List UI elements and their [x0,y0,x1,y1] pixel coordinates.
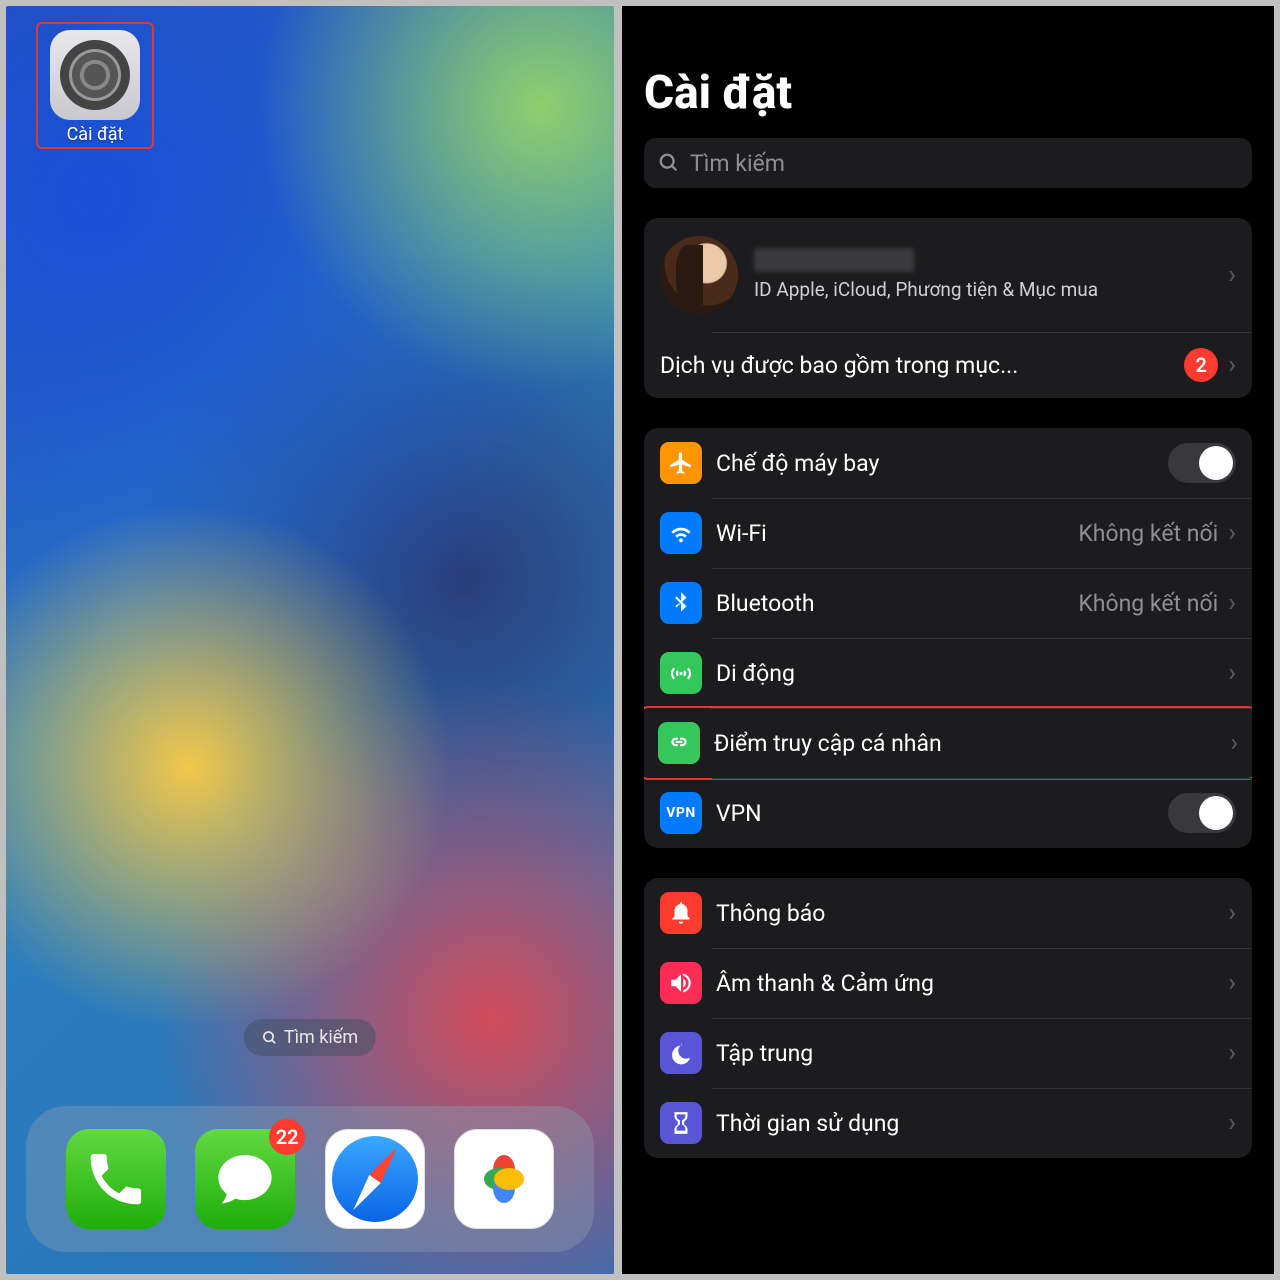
gear-icon [60,40,130,110]
messages-app-icon[interactable]: 22 [195,1129,295,1229]
messages-badge: 22 [269,1119,305,1155]
wifi-value: Không kết nối [1078,520,1218,547]
page-title: Cài đặt [644,6,1252,138]
chevron-right-icon: › [1228,518,1236,548]
chevron-right-icon: › [1228,1108,1236,1138]
airplane-mode-label: Chế độ máy bay [716,450,1168,477]
wifi-row[interactable]: Wi-Fi Không kết nối › [644,498,1252,568]
safari-app-icon[interactable] [325,1129,425,1229]
apple-id-row[interactable]: ID Apple, iCloud, Phương tiện & Mục mua … [644,218,1252,332]
cellular-row[interactable]: Di động › [644,638,1252,708]
search-input[interactable]: Tìm kiếm [644,138,1252,188]
bluetooth-label: Bluetooth [716,590,1078,617]
cellular-icon [660,652,702,694]
vpn-icon: VPN [660,792,702,834]
settings-app-icon[interactable] [50,30,140,120]
wifi-icon [660,512,702,554]
bluetooth-row[interactable]: Bluetooth Không kết nối › [644,568,1252,638]
spotlight-search-label: Tìm kiếm [284,1027,358,1048]
chevron-right-icon: › [1228,968,1236,998]
bell-icon [660,892,702,934]
notifications-group: Thông báo › Âm thanh & Cảm ứng › Tập tru… [644,878,1252,1158]
focus-row[interactable]: Tập trung › [644,1018,1252,1088]
profile-name-redacted [754,248,914,272]
photos-icon [472,1147,536,1211]
personal-hotspot-label: Điểm truy cập cá nhân [714,730,1220,757]
spotlight-search-pill[interactable]: Tìm kiếm [244,1019,376,1056]
included-services-row[interactable]: Dịch vụ được bao gồm trong mục... 2 › [644,332,1252,398]
notifications-row[interactable]: Thông báo › [644,878,1252,948]
photos-app-icon[interactable] [454,1129,554,1229]
airplane-mode-row[interactable]: Chế độ máy bay [644,428,1252,498]
included-services-label: Dịch vụ được bao gồm trong mục... [660,352,1172,379]
bluetooth-icon [660,582,702,624]
vpn-row[interactable]: VPN VPN [644,778,1252,848]
hourglass-icon [660,1102,702,1144]
chevron-right-icon: › [1228,588,1236,618]
screen-time-row[interactable]: Thời gian sử dụng › [644,1088,1252,1158]
profile-subtitle: ID Apple, iCloud, Phương tiện & Mục mua [754,278,1218,303]
airplane-mode-toggle[interactable] [1168,443,1236,483]
focus-label: Tập trung [716,1040,1218,1067]
moon-icon [660,1032,702,1074]
search-placeholder: Tìm kiếm [690,150,785,177]
search-icon [262,1030,278,1046]
connectivity-group: Chế độ máy bay Wi-Fi Không kết nối › Blu… [644,428,1252,848]
home-screen: Cài đặt Tìm kiếm 22 [6,6,614,1274]
dock: 22 [26,1106,594,1252]
settings-app-highlighted[interactable]: Cài đặt [36,22,154,149]
messages-icon [213,1147,277,1211]
chevron-right-icon: › [1230,728,1238,758]
chevron-right-icon: › [1228,260,1236,290]
chevron-right-icon: › [1228,350,1236,380]
screen-time-label: Thời gian sử dụng [716,1110,1218,1137]
chevron-right-icon: › [1228,898,1236,928]
profile-group: ID Apple, iCloud, Phương tiện & Mục mua … [644,218,1252,398]
cellular-label: Di động [716,660,1218,687]
bluetooth-value: Không kết nối [1078,590,1218,617]
avatar [660,236,738,314]
vpn-toggle[interactable] [1168,793,1236,833]
personal-hotspot-row[interactable]: Điểm truy cập cá nhân › [644,708,1252,778]
search-icon [658,152,680,174]
speaker-icon [660,962,702,1004]
airplane-icon [660,442,702,484]
chevron-right-icon: › [1228,658,1236,688]
phone-icon [84,1147,148,1211]
settings-app-label: Cài đặt [40,124,150,145]
sound-label: Âm thanh & Cảm ứng [716,970,1218,997]
vpn-label: VPN [716,800,1168,827]
settings-screen: Cài đặt Tìm kiếm ID Apple, iCloud, Phươn… [622,6,1274,1274]
chevron-right-icon: › [1228,1038,1236,1068]
wifi-label: Wi-Fi [716,520,1078,547]
included-services-count: 2 [1184,348,1218,382]
notifications-label: Thông báo [716,900,1218,927]
compass-icon [332,1136,418,1222]
sound-row[interactable]: Âm thanh & Cảm ứng › [644,948,1252,1018]
hotspot-icon [658,722,700,764]
phone-app-icon[interactable] [66,1129,166,1229]
